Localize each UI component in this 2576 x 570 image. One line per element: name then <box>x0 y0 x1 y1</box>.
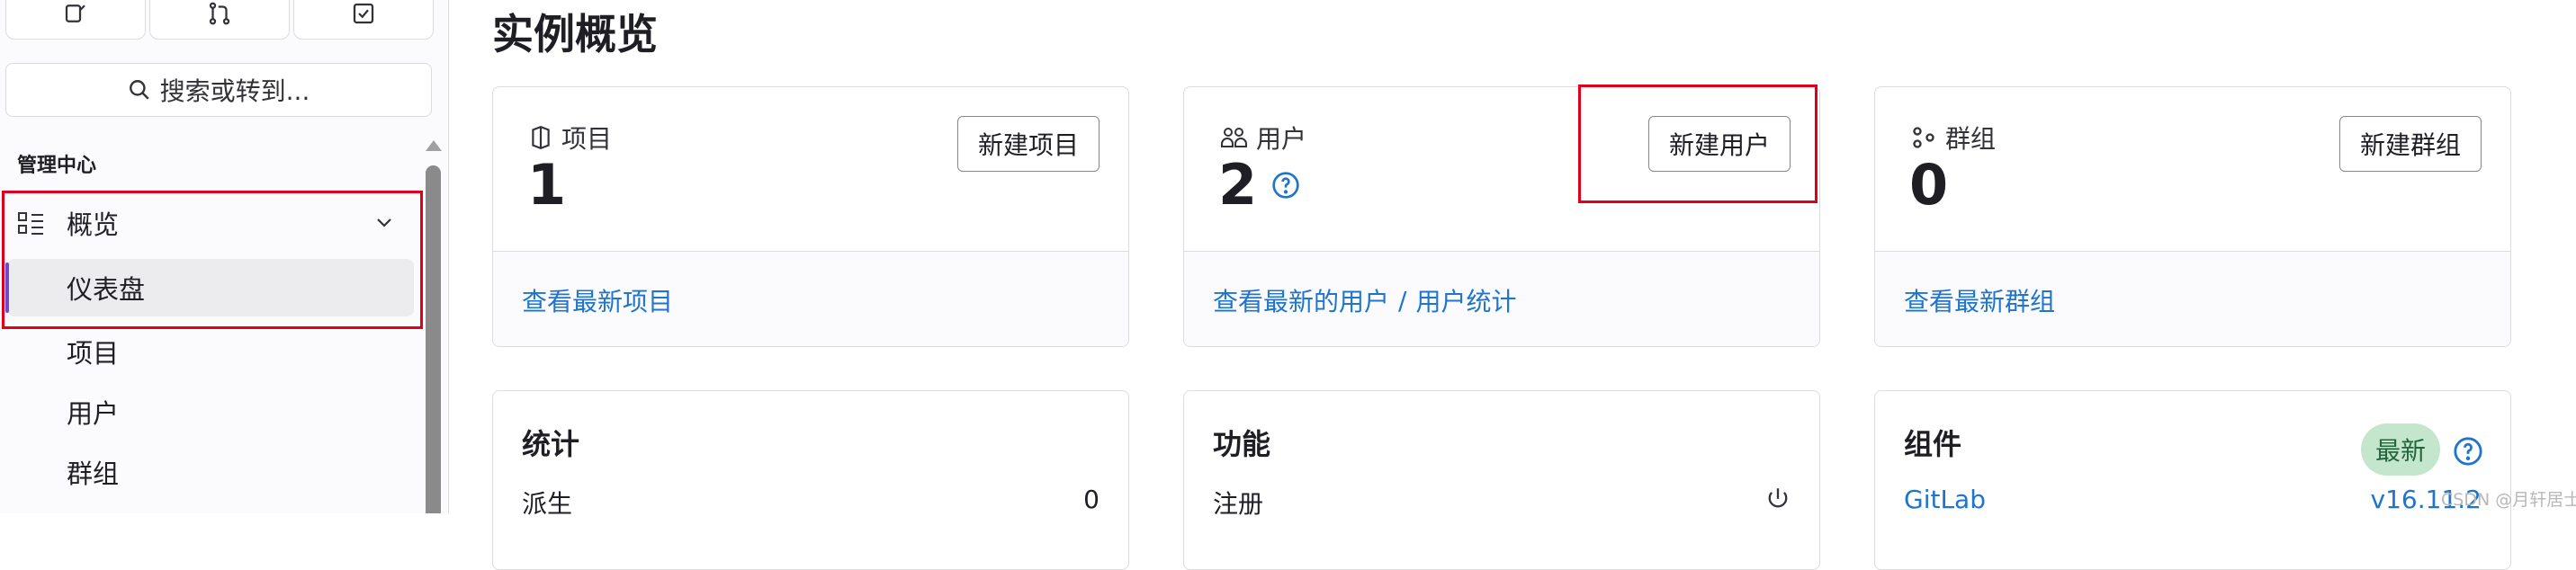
scrollbar-up-arrow[interactable] <box>426 140 442 151</box>
users-count-value: 2 <box>1218 152 1258 218</box>
groups-label: 群组 <box>1945 124 1997 154</box>
groups-count: 0 <box>1909 152 1948 218</box>
question-circle-icon[interactable] <box>1271 171 1300 200</box>
groups-footer: 查看最新群组 <box>1875 251 2510 346</box>
forks-value: 0 <box>1083 485 1100 514</box>
features-card: 功能 注册 <box>1183 390 1820 570</box>
sidebar-item-users[interactable]: 用户 <box>67 393 119 431</box>
forks-label: 派生 <box>522 489 573 519</box>
pencil-square-icon <box>65 4 85 22</box>
view-latest-groups-link[interactable]: 查看最新群组 <box>1904 282 2055 318</box>
statistics-title: 统计 <box>522 427 580 461</box>
latest-badge: 最新 <box>2360 423 2440 476</box>
projects-card: 项目 1 新建项目 查看最新项目 <box>492 86 1129 347</box>
page-title: 实例概览 <box>492 10 658 58</box>
scrollbar-thumb[interactable] <box>426 165 441 513</box>
todo-check-icon <box>353 3 374 24</box>
users-footer: 查看最新的用户 / 用户统计 <box>1184 251 1819 346</box>
highlight-box-sidebar <box>2 191 423 329</box>
projects-count-value: 1 <box>527 152 567 218</box>
view-latest-projects-link[interactable]: 查看最新项目 <box>522 282 673 318</box>
question-circle-icon[interactable] <box>2453 436 2483 467</box>
todo-button[interactable] <box>293 0 434 40</box>
new-project-button[interactable]: 新建项目 <box>956 116 1100 172</box>
projects-label-row: 项目 <box>529 120 612 156</box>
projects-label: 项目 <box>561 124 613 154</box>
signup-label: 注册 <box>1213 489 1264 519</box>
search-icon <box>129 80 149 100</box>
projects-footer: 查看最新项目 <box>493 251 1128 346</box>
new-item-button[interactable] <box>5 0 146 40</box>
groups-card: 群组 0 新建群组 查看最新群组 <box>1874 86 2511 347</box>
search-label: 搜索或转到... <box>159 76 310 106</box>
highlight-box-new-user <box>1578 85 1818 203</box>
users-label: 用户 <box>1256 124 1307 154</box>
project-icon <box>532 126 550 149</box>
footer-separator: / <box>1398 285 1407 316</box>
users-label-row: 用户 <box>1220 120 1306 156</box>
users-icon <box>1221 128 1247 147</box>
components-title: 组件 <box>1904 427 1962 461</box>
merge-request-icon <box>209 2 230 25</box>
groups-label-row: 群组 <box>1911 120 1996 156</box>
new-group-button[interactable]: 新建群组 <box>2338 116 2482 172</box>
power-icon <box>1768 488 1788 508</box>
merge-requests-button[interactable] <box>149 0 290 40</box>
projects-count: 1 <box>527 152 566 218</box>
gitlab-link[interactable]: GitLab <box>1904 485 1986 514</box>
watermark: CSDN @月轩居士 <box>2441 490 2576 510</box>
components-card: 组件 最新 GitLab v16.11.2 <box>1874 390 2511 570</box>
sidebar-item-groups[interactable]: 群组 <box>67 453 119 491</box>
search-button[interactable]: 搜索或转到... <box>5 63 432 117</box>
statistics-card: 统计 派生 0 <box>492 390 1129 570</box>
user-statistics-link[interactable]: 用户统计 <box>1415 282 1516 318</box>
sidebar-item-projects[interactable]: 项目 <box>67 333 119 370</box>
groups-count-value: 0 <box>1909 152 1949 218</box>
view-latest-users-link[interactable]: 查看最新的用户 <box>1213 282 1389 318</box>
groups-icon <box>1913 127 1934 148</box>
features-title: 功能 <box>1213 427 1271 461</box>
section-title: 管理中心 <box>17 155 97 177</box>
users-count: 2 <box>1218 152 1300 218</box>
